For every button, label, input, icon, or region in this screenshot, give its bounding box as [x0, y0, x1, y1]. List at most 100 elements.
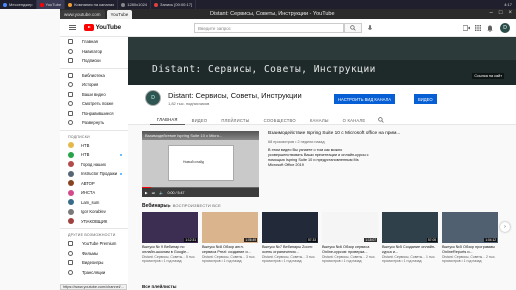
apps-grid-icon[interactable]	[474, 24, 482, 32]
maximize-icon[interactable]: □	[499, 10, 503, 16]
video-card[interactable]: 57:33 Выпуск №7 Вебинары Zoom: осень огра…	[262, 212, 318, 263]
video-meta: Distant: Сервисы, Советы... 5 тыс. просм…	[142, 254, 196, 263]
video-card[interactable]: 1:06:49 Выпуск №8 Обзор англ. сервиса Pre…	[202, 212, 258, 263]
sidebar-item[interactable]: Город наших	[60, 160, 128, 170]
sidebar-item[interactable]: HTB	[60, 141, 128, 151]
sidebar-subscriptions-section: HTB HTB Город наших Instructor Продажи АВТОР…	[60, 141, 128, 227]
taskbar-item-label: Мессенджер	[9, 2, 33, 7]
channel-tab[interactable]: СООБЩЕСТВО	[257, 115, 303, 125]
video-title[interactable]: Выпуск №8 Обзор англ. сервиса Prezi: соз…	[202, 245, 258, 255]
manage-videos-button[interactable]: ВИДЕО	[414, 94, 437, 104]
notifications-bell-icon[interactable]	[486, 24, 494, 32]
taskbar-item-label: Запись [00:00:17]	[160, 2, 193, 7]
sidebar-item-label: HTB	[81, 142, 90, 148]
channel-tab[interactable]: ПЛЕЙЛИСТЫ	[214, 115, 256, 125]
sidebar-divider	[60, 129, 128, 131]
sidebar-item-label: Lam_sum	[81, 199, 100, 205]
video-thumbnail[interactable]: 1:18:07	[322, 212, 378, 243]
sidebar-item[interactable]: ИНСТА	[60, 188, 128, 198]
video-card[interactable]: 1:04:12 Выпуск №5 Обзор программы OnlineR…	[442, 212, 498, 263]
video-thumbnail[interactable]: 57:33	[262, 212, 318, 243]
sidebar-item[interactable]: Навигатор	[60, 47, 128, 57]
sidebar-item[interactable]: Понравившиеся	[60, 109, 128, 119]
sidebar-item-label: История	[82, 82, 99, 88]
search-input[interactable]: Введите запрос	[194, 23, 344, 33]
sidebar-item[interactable]: История	[60, 80, 128, 90]
video-thumbnail[interactable]: 1:06:49	[202, 212, 258, 243]
video-card[interactable]: 57:05 Выпуск №5 Создание онлайн-курса и..…	[382, 212, 438, 263]
sidebar-item-label: Город наших	[81, 161, 106, 167]
video-title[interactable]: Выпуск №5 Обзор программы OnlineReports …	[442, 245, 498, 255]
channel-tab[interactable]: О КАНАЛЕ	[336, 115, 373, 125]
taskbar-item-label: 1280x1024	[127, 2, 148, 7]
taskbar-item-label: YouTube	[45, 2, 62, 7]
video-card[interactable]: 1:18:07 Выпуск №6 Обзор сервиса Online-ку…	[322, 212, 378, 263]
video-title[interactable]: Выпуск № 9 Вебинар по онлайн-школам в Go…	[142, 245, 198, 255]
liked-icon	[68, 110, 73, 116]
sidebar-item[interactable]: Развернуть	[60, 118, 128, 128]
youtube-logo[interactable]: YouTube	[84, 24, 121, 31]
your-videos-icon	[68, 91, 73, 97]
taskbar-item[interactable]: YouTube	[36, 0, 66, 9]
sidebar-item[interactable]: Видеоигры	[60, 258, 128, 268]
featured-video-title[interactable]: Взаимодействие Ispring Suite 10 с Micros…	[268, 131, 400, 136]
sidebar-item[interactable]: Главная	[60, 37, 128, 47]
channel-tab[interactable]: КАНАЛЫ	[303, 115, 336, 125]
menu-icon[interactable]	[64, 19, 80, 37]
featured-description-line: Microsoft Office 2019	[268, 163, 304, 167]
video-thumbnail[interactable]: 57:05	[382, 212, 438, 243]
subscription-avatar	[68, 170, 74, 177]
video-thumbnail[interactable]: 1:12:31	[142, 212, 198, 243]
sidebar-item-label: УПАКОВЩИК	[81, 218, 108, 224]
search-button[interactable]	[344, 23, 362, 33]
channel-tab[interactable]: ГЛАВНАЯ	[150, 115, 185, 125]
sidebar-item[interactable]: Подписки	[60, 56, 128, 66]
sidebar-item[interactable]: Ваши видео	[60, 90, 128, 100]
sidebar-item[interactable]: АВТОР	[60, 179, 128, 189]
sidebar-item[interactable]: Трансляции	[60, 268, 128, 278]
channel-search-icon[interactable]	[372, 115, 390, 124]
sidebar-item[interactable]: Lam_sum	[60, 198, 128, 208]
video-title[interactable]: Выпуск №7 Вебинары Zoom: осень ограничен…	[262, 245, 318, 255]
sidebar-item-label: Фильмы	[82, 250, 99, 256]
sidebar-item[interactable]: Igor Korablev	[60, 207, 128, 217]
close-icon[interactable]: ×	[508, 10, 512, 16]
create-video-icon[interactable]	[462, 24, 470, 32]
volume-icon[interactable]: 🔈	[159, 191, 163, 195]
video-title[interactable]: Выпуск №5 Создание онлайн-курса и...	[382, 245, 438, 255]
featured-video-player[interactable]: Взаимодействие Ispring Suite 10 с Micro.…	[142, 131, 259, 197]
sidebar-item[interactable]: Фильмы	[60, 249, 128, 259]
customize-channel-button[interactable]: НАСТРОИТЬ ВИД КАНАЛА	[334, 94, 396, 104]
sidebar-item[interactable]: Смотреть позже	[60, 99, 128, 109]
sidebar-item[interactable]: YouTube Premium	[60, 239, 128, 249]
video-duration: 1:12:31	[184, 238, 197, 242]
sidebar-item[interactable]: Instructor Продажи	[60, 169, 128, 179]
taskbar-item[interactable]: 1280x1024	[118, 0, 152, 9]
sidebar-main-section: Главная Навигатор Подписки	[60, 37, 128, 66]
channel-tab[interactable]: ВИДЕО	[185, 115, 215, 125]
video-thumbnail[interactable]: 1:04:12	[442, 212, 498, 243]
sidebar-item-label: Библиотека	[82, 72, 105, 78]
sidebar-item-label: АВТОР	[81, 180, 95, 186]
sidebar-item[interactable]: Библиотека	[60, 71, 128, 81]
browser-tab-active[interactable]: YouTube	[106, 10, 133, 19]
sidebar-item[interactable]: УПАКОВЩИК	[60, 217, 128, 227]
video-title[interactable]: Выпуск №6 Обзор сервиса Online-курсов: п…	[322, 245, 378, 255]
taskbar-item[interactable]: Запись [00:00:17]	[151, 0, 197, 9]
sidebar-divider	[60, 228, 128, 229]
taskbar-item[interactable]: Компания на каналах	[65, 0, 119, 9]
sidebar-item[interactable]: HTB	[60, 150, 128, 160]
video-meta: Distant: Сервисы, Советы... 3 тыс. просм…	[202, 254, 256, 263]
taskbar-item[interactable]: Мессенджер	[0, 0, 37, 9]
account-avatar[interactable]: D	[500, 23, 510, 33]
shelf-next-arrow-icon[interactable]: ›	[500, 222, 510, 232]
shelf-title[interactable]: Вебинары	[142, 203, 168, 209]
play-all-button[interactable]: ▶ ВОСПРОИЗВЕСТИ ВСЕ	[168, 203, 221, 208]
banner-site-link[interactable]: Ссылка на сайт	[472, 73, 504, 79]
minimize-icon[interactable]: –	[490, 10, 493, 16]
video-card[interactable]: 1:12:31 Выпуск № 9 Вебинар по онлайн-школ…	[142, 212, 198, 263]
channel-avatar[interactable]: D	[145, 90, 161, 106]
next-icon[interactable]: ⏭	[152, 191, 155, 195]
play-icon[interactable]: ▶	[145, 191, 148, 195]
microphone-icon[interactable]	[366, 24, 374, 32]
